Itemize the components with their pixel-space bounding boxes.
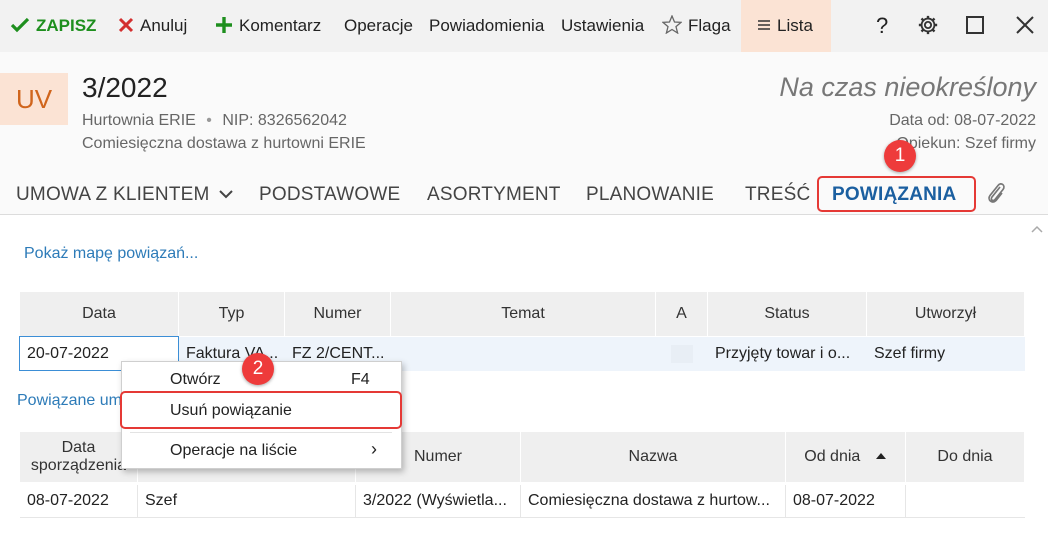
- maximize-icon: [965, 16, 985, 35]
- related-contracts-link[interactable]: Powiązane um: [17, 392, 122, 410]
- close-icon: [1016, 16, 1034, 35]
- tab-planowanie[interactable]: PLANOWANIE: [586, 176, 714, 214]
- toolbar: ZAPISZ Anuluj Komentarz Operacje Powiado…: [0, 0, 1048, 52]
- date-from: Data od: 08-07-2022: [889, 112, 1036, 129]
- col-header-subject[interactable]: Temat: [391, 292, 656, 336]
- cell-to-date[interactable]: [906, 485, 1025, 517]
- cell-number-2[interactable]: 3/2022 (Wyświetla...: [356, 485, 521, 517]
- list-button[interactable]: Lista: [741, 0, 831, 52]
- settings-button[interactable]: Ustawienia: [561, 0, 644, 52]
- cancel-button[interactable]: Anuluj: [118, 0, 187, 52]
- chevron-down-icon: [215, 184, 233, 205]
- maximize-button[interactable]: [965, 0, 985, 52]
- nip-value: NIP: 8326562042: [222, 112, 347, 129]
- page-title: 3/2022: [82, 72, 168, 103]
- tab-podstawowe[interactable]: PODSTAWOWE: [259, 176, 400, 214]
- menu-item-open[interactable]: Otwórz: [170, 371, 221, 389]
- col-header-date[interactable]: Data: [20, 292, 179, 336]
- menu-item-list-operations[interactable]: Operacje na liście: [170, 442, 297, 460]
- sort-asc-icon: [865, 448, 887, 465]
- close-button[interactable]: [1016, 0, 1034, 52]
- guardian: Opiekun: Szef firmy: [896, 135, 1036, 152]
- menu-divider: [130, 432, 392, 433]
- help-button[interactable]: ?: [876, 0, 888, 52]
- submenu-arrow-icon: ›: [371, 439, 377, 459]
- flag-label: Flaga: [688, 16, 731, 35]
- flag-button[interactable]: Flaga: [661, 0, 731, 52]
- star-icon: [661, 0, 683, 52]
- show-relations-map-link[interactable]: Pokaż mapę powiązań...: [24, 245, 198, 263]
- plus-icon: [215, 0, 233, 52]
- cell-status[interactable]: Przyjęty towar i o...: [708, 337, 867, 371]
- x-icon: [118, 0, 134, 52]
- menu-icon: [757, 0, 771, 52]
- cell-subject[interactable]: [391, 337, 656, 371]
- col-header-number[interactable]: Numer: [285, 292, 391, 336]
- col-header-name[interactable]: Nazwa: [521, 432, 786, 482]
- help-icon: ?: [876, 13, 889, 38]
- col-header-to-date[interactable]: Do dnia: [906, 432, 1025, 482]
- menu-shortcut-f4: F4: [351, 371, 370, 388]
- comment-button[interactable]: Komentarz: [215, 0, 321, 52]
- menu-highlight-frame: [120, 391, 402, 429]
- save-label: ZAPISZ: [36, 16, 97, 35]
- company-line: Hurtownia ERIE • NIP: 8326562042: [82, 112, 347, 130]
- col-header-from-date[interactable]: Od dnia: [786, 432, 906, 482]
- gear-icon: [917, 15, 939, 35]
- col-header-type[interactable]: Typ: [179, 292, 285, 336]
- validity-period: Na czas nieokreślony: [779, 72, 1036, 102]
- attachment-indicator: [671, 345, 693, 363]
- step-badge-2: 2: [242, 353, 274, 385]
- step-badge-1: 1: [884, 140, 916, 172]
- tab-label: UMOWA Z KLIENTEM: [16, 184, 210, 205]
- separator: •: [206, 112, 212, 129]
- cell-name[interactable]: Comiesięczna dostawa z hurtow...: [521, 485, 786, 517]
- cell-issue-date[interactable]: 08-07-2022: [20, 485, 138, 517]
- tab-asortyment[interactable]: ASORTYMENT: [427, 176, 561, 214]
- company-name: Hurtownia ERIE: [82, 112, 196, 129]
- tab-tresc[interactable]: TREŚĆ: [745, 176, 810, 214]
- col-header-a[interactable]: A: [656, 292, 708, 336]
- check-icon: [10, 0, 30, 52]
- document-type-logo: UV: [0, 73, 68, 125]
- tab-umowa-z-klientem[interactable]: UMOWA Z KLIENTEM: [16, 176, 233, 214]
- operations-button[interactable]: Operacje: [344, 0, 413, 52]
- from-date-label: Od dnia: [804, 448, 861, 465]
- list-label: Lista: [777, 16, 813, 35]
- scroll-up-arrow[interactable]: [1030, 221, 1044, 239]
- paperclip-icon: [985, 183, 1007, 205]
- col-header-created-by[interactable]: Utworzył: [867, 292, 1025, 336]
- notifications-button[interactable]: Powiadomienia: [429, 0, 544, 52]
- row-divider: [20, 517, 1025, 518]
- cell-created-by[interactable]: Szef firmy: [867, 337, 1025, 371]
- cell-author[interactable]: Szef: [138, 485, 356, 517]
- cancel-label: Anuluj: [140, 16, 188, 35]
- col-header-status[interactable]: Status: [708, 292, 867, 336]
- settings-gear-button[interactable]: [917, 0, 939, 52]
- document-description: Comiesięczna dostawa z hurtowni ERIE: [82, 135, 366, 152]
- tab-highlight-frame: [817, 176, 976, 212]
- attachments-button[interactable]: [985, 176, 1007, 214]
- cell-from-date[interactable]: 08-07-2022: [786, 485, 906, 517]
- comment-label: Komentarz: [239, 16, 322, 35]
- save-button[interactable]: ZAPISZ: [10, 0, 96, 52]
